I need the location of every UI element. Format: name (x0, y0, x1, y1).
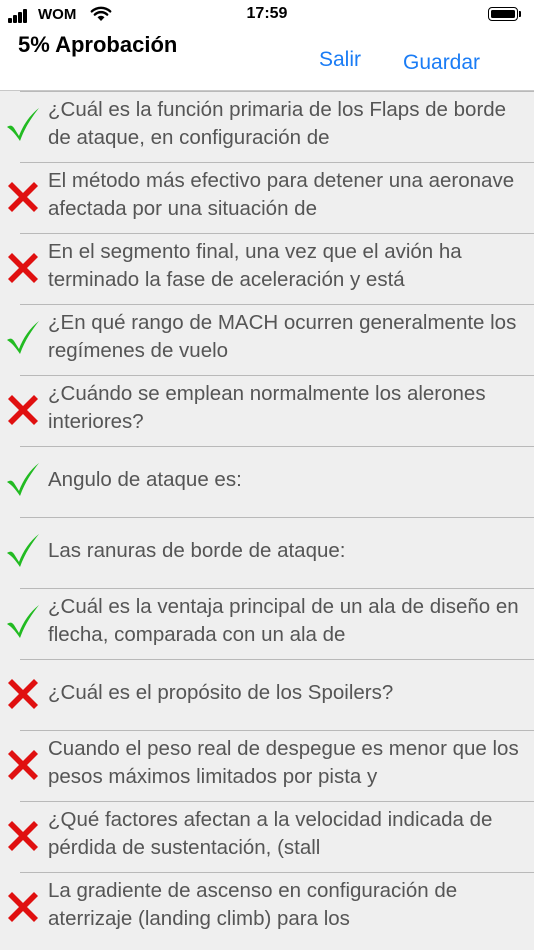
row-separator (20, 304, 534, 305)
checkmark-icon (4, 460, 42, 498)
page-title: 5% Aprobación (18, 32, 178, 57)
row-separator (20, 588, 534, 589)
question-text: Cuando el peso real de despegue es menor… (48, 737, 519, 788)
save-button[interactable]: Guardar (403, 51, 480, 75)
cross-icon (4, 178, 42, 216)
question-row[interactable]: La gradiente de ascenso en configuración… (0, 872, 534, 943)
question-text: La gradiente de ascenso en configuración… (48, 879, 458, 930)
row-separator (20, 730, 534, 731)
checkmark-icon (4, 105, 42, 143)
navigation-bar: 5% Aprobación Salir Guardar (0, 28, 534, 91)
row-separator (20, 375, 534, 376)
question-row[interactable]: ¿Cuál es la función primaria de los Flap… (0, 91, 534, 162)
question-text: ¿En qué rango de MACH ocurren generalmen… (48, 311, 517, 362)
question-row[interactable]: ¿En qué rango de MACH ocurren generalmen… (0, 304, 534, 375)
question-row[interactable]: Cuando el peso real de despegue es menor… (0, 730, 534, 801)
row-separator (20, 872, 534, 873)
question-row[interactable]: Angulo de ataque es: (0, 446, 534, 517)
cross-icon (4, 817, 42, 855)
status-time: 17:59 (246, 5, 288, 22)
question-text: ¿Qué factores afectan a la velocidad ind… (48, 808, 493, 859)
cross-icon (4, 675, 42, 713)
question-row[interactable]: ¿Qué factores afectan a la velocidad ind… (0, 801, 534, 872)
checkmark-icon (4, 318, 42, 356)
row-separator (20, 801, 534, 802)
exit-button[interactable]: Salir (319, 48, 361, 72)
question-row[interactable]: El método más efectivo para detener una … (0, 162, 534, 233)
row-separator (20, 162, 534, 163)
cross-icon (4, 249, 42, 287)
question-text: ¿Cuál es el propósito de los Spoilers? (48, 681, 394, 704)
question-text: Las ranuras de borde de ataque: (48, 539, 346, 562)
cross-icon (4, 391, 42, 429)
question-text: ¿Cuál es la función primaria de los Flap… (48, 98, 507, 149)
row-separator (20, 446, 534, 447)
row-separator (20, 233, 534, 234)
question-row[interactable]: ¿Cuál es la ventaja principal de un ala … (0, 588, 534, 659)
question-text: En el segmento final, una vez que el avi… (48, 240, 462, 291)
checkmark-icon (4, 602, 42, 640)
row-separator (20, 659, 534, 660)
question-text: ¿Cuál es la ventaja principal de un ala … (48, 595, 519, 646)
status-bar: WOM 17:59 (0, 0, 534, 28)
battery-icon (488, 7, 522, 23)
row-separator (20, 517, 534, 518)
question-text: Angulo de ataque es: (48, 468, 242, 491)
row-separator (20, 91, 534, 92)
cross-icon (4, 888, 42, 926)
question-row[interactable]: Las ranuras de borde de ataque: (0, 517, 534, 588)
question-row[interactable]: ¿Cuándo se emplean normalmente los alero… (0, 375, 534, 446)
question-text: El método más efectivo para detener una … (48, 169, 515, 220)
question-text: ¿Cuándo se emplean normalmente los alero… (48, 382, 486, 433)
checkmark-icon (4, 531, 42, 569)
question-list[interactable]: ¿Cuál es la función primaria de los Flap… (0, 91, 534, 950)
question-row[interactable]: ¿Cuál es el propósito de los Spoilers? (0, 659, 534, 730)
cross-icon (4, 746, 42, 784)
question-row[interactable]: En el segmento final, una vez que el avi… (0, 233, 534, 304)
